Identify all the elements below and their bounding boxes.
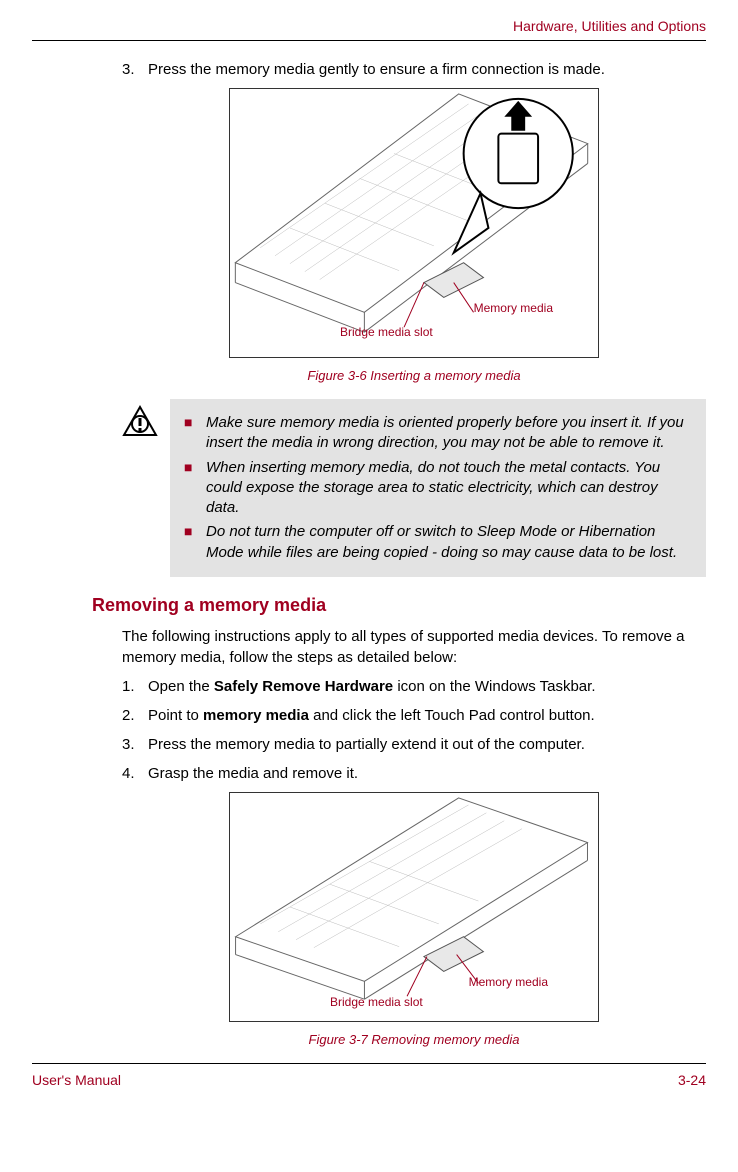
caution-item: ■ Make sure memory media is oriented pro…: [184, 413, 692, 454]
figure-2-caption: Figure 3-7 Removing memory media: [229, 1032, 599, 1047]
step-number: 3.: [122, 59, 148, 80]
bullet-icon: ■: [184, 413, 206, 454]
list-item: 1. Open the Safely Remove Hardware icon …: [122, 676, 706, 697]
footer: User's Manual 3-24: [32, 1063, 706, 1088]
caution-box: ■ Make sure memory media is oriented pro…: [170, 399, 706, 577]
step-text: Grasp the media and remove it.: [148, 763, 358, 784]
figure-1: Memory media Bridge media slot Figure 3-…: [229, 88, 599, 383]
page: Hardware, Utilities and Options 3. Press…: [0, 0, 738, 1108]
caution-text: When inserting memory media, do not touc…: [206, 458, 692, 519]
figure-2-image: Memory media Bridge media slot: [229, 792, 599, 1022]
figure-2-label-memory: Memory media: [469, 975, 548, 989]
header-section-title: Hardware, Utilities and Options: [32, 18, 706, 41]
caution-block: ■ Make sure memory media is oriented pro…: [122, 399, 706, 577]
content: 3. Press the memory media gently to ensu…: [32, 59, 706, 1047]
caution-text: Do not turn the computer off or switch t…: [206, 522, 692, 563]
caution-item: ■ When inserting memory media, do not to…: [184, 458, 692, 519]
figure-2: Memory media Bridge media slot Figure 3-…: [229, 792, 599, 1047]
figure-2-label-slot: Bridge media slot: [330, 995, 423, 1009]
list-item: 4. Grasp the media and remove it.: [122, 763, 706, 784]
step-3: 3. Press the memory media gently to ensu…: [122, 59, 706, 80]
step-text: Press the memory media gently to ensure …: [148, 59, 605, 80]
bullet-icon: ■: [184, 458, 206, 519]
figure-1-image: Memory media Bridge media slot: [229, 88, 599, 358]
bullet-icon: ■: [184, 522, 206, 563]
intro-paragraph: The following instructions apply to all …: [122, 626, 706, 668]
step-number: 1.: [122, 676, 148, 697]
step-text: Point to memory media and click the left…: [148, 705, 595, 726]
footer-left: User's Manual: [32, 1072, 121, 1088]
step-number: 2.: [122, 705, 148, 726]
list-item: 3. Press the memory media to partially e…: [122, 734, 706, 755]
footer-right: 3-24: [678, 1072, 706, 1088]
caution-text: Make sure memory media is oriented prope…: [206, 413, 692, 454]
figure-1-label-slot: Bridge media slot: [340, 325, 433, 339]
figure-1-caption: Figure 3-6 Inserting a memory media: [229, 368, 599, 383]
caution-item: ■ Do not turn the computer off or switch…: [184, 522, 692, 563]
list-item: 2. Point to memory media and click the l…: [122, 705, 706, 726]
section-heading: Removing a memory media: [92, 595, 706, 616]
step-number: 4.: [122, 763, 148, 784]
step-text: Open the Safely Remove Hardware icon on …: [148, 676, 596, 697]
step-number: 3.: [122, 734, 148, 755]
step-text: Press the memory media to partially exte…: [148, 734, 585, 755]
laptop-illustration: [230, 89, 598, 357]
figure-1-label-memory: Memory media: [474, 301, 553, 315]
caution-icon: [122, 399, 170, 446]
